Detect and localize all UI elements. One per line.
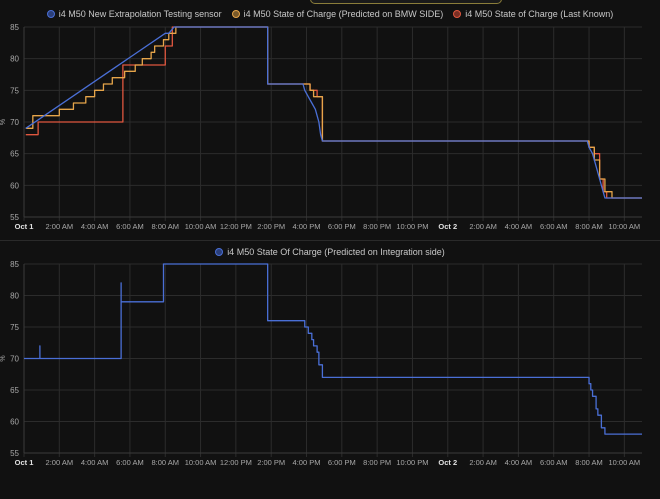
x-tick-label: 4:00 AM xyxy=(505,222,533,231)
y-tick-label: 85 xyxy=(10,260,19,269)
y-tick-label: 80 xyxy=(10,55,19,64)
x-tick-label: 8:00 AM xyxy=(151,458,179,467)
x-tick-label: Oct 1 xyxy=(15,222,34,231)
x-tick-label: 6:00 PM xyxy=(328,458,356,467)
x-tick-label: 4:00 AM xyxy=(81,222,109,231)
x-tick-label: 8:00 AM xyxy=(151,222,179,231)
y-axis-label: % xyxy=(0,355,7,361)
x-tick-label: 4:00 AM xyxy=(81,458,109,467)
x-tick-label: 6:00 AM xyxy=(116,222,144,231)
y-tick-label: 80 xyxy=(10,292,19,301)
x-tick-label: 6:00 PM xyxy=(328,222,356,231)
x-tick-label: Oct 1 xyxy=(15,458,34,467)
x-tick-label: 4:00 AM xyxy=(505,458,533,467)
x-tick-label: 2:00 AM xyxy=(469,458,497,467)
x-tick-label: 8:00 AM xyxy=(575,458,603,467)
y-tick-label: 65 xyxy=(10,150,19,159)
x-tick-label: 10:00 AM xyxy=(185,458,217,467)
x-tick-label: 2:00 AM xyxy=(46,222,74,231)
x-tick-label: 10:00 AM xyxy=(185,222,217,231)
y-tick-label: 85 xyxy=(10,23,19,32)
x-tick-label: 2:00 AM xyxy=(469,222,497,231)
chart-panel-top: i4 M50 New Extrapolation Testing sensor … xyxy=(0,0,660,240)
x-tick-label: 6:00 AM xyxy=(540,222,568,231)
series-line xyxy=(25,26,642,199)
x-tick-label: 12:00 PM xyxy=(220,222,252,231)
x-tick-label: 4:00 PM xyxy=(293,222,321,231)
y-tick-label: 60 xyxy=(10,418,19,427)
y-tick-label: 75 xyxy=(10,323,19,332)
y-tick-label: 70 xyxy=(10,118,19,127)
x-tick-label: 4:00 PM xyxy=(293,458,321,467)
y-tick-label: 65 xyxy=(10,386,19,395)
y-tick-label: 55 xyxy=(10,213,19,222)
x-tick-label: 8:00 PM xyxy=(363,458,391,467)
x-tick-label: 10:00 AM xyxy=(608,458,640,467)
x-tick-label: Oct 2 xyxy=(438,222,457,231)
x-tick-label: 2:00 AM xyxy=(46,458,74,467)
x-tick-label: 8:00 PM xyxy=(363,222,391,231)
chart-top: 55 60 65 70 75 80 85% Oct 1 2:00 AM 4:00 AM 6:00 A… xyxy=(0,23,642,231)
y-tick-label: 70 xyxy=(10,355,19,364)
x-tick-label: 10:00 PM xyxy=(396,222,428,231)
x-tick-label: 12:00 PM xyxy=(220,458,252,467)
y-tick-label: 60 xyxy=(10,181,19,190)
x-tick-label: 2:00 PM xyxy=(257,458,285,467)
x-tick-label: 6:00 AM xyxy=(540,458,568,467)
series-line xyxy=(25,26,642,199)
x-tick-label: 6:00 AM xyxy=(116,458,144,467)
series-line xyxy=(24,263,642,435)
chart-bottom: 55 60 65 70 75 80 85% Oct 1 2:00 AM 4:00 AM 6:00 A… xyxy=(0,260,642,467)
series-line xyxy=(25,26,642,199)
y-tick-label: 75 xyxy=(10,86,19,95)
y-axis-label: % xyxy=(0,119,7,125)
x-tick-label: 10:00 AM xyxy=(608,222,640,231)
x-tick-label: Oct 2 xyxy=(438,458,457,467)
y-tick-label: 55 xyxy=(10,449,19,458)
x-tick-label: 2:00 PM xyxy=(257,222,285,231)
chart-panel-bottom: i4 M50 State Of Charge (Predicted on Int… xyxy=(0,241,660,499)
x-tick-label: 10:00 PM xyxy=(396,458,428,467)
x-tick-label: 8:00 AM xyxy=(575,222,603,231)
